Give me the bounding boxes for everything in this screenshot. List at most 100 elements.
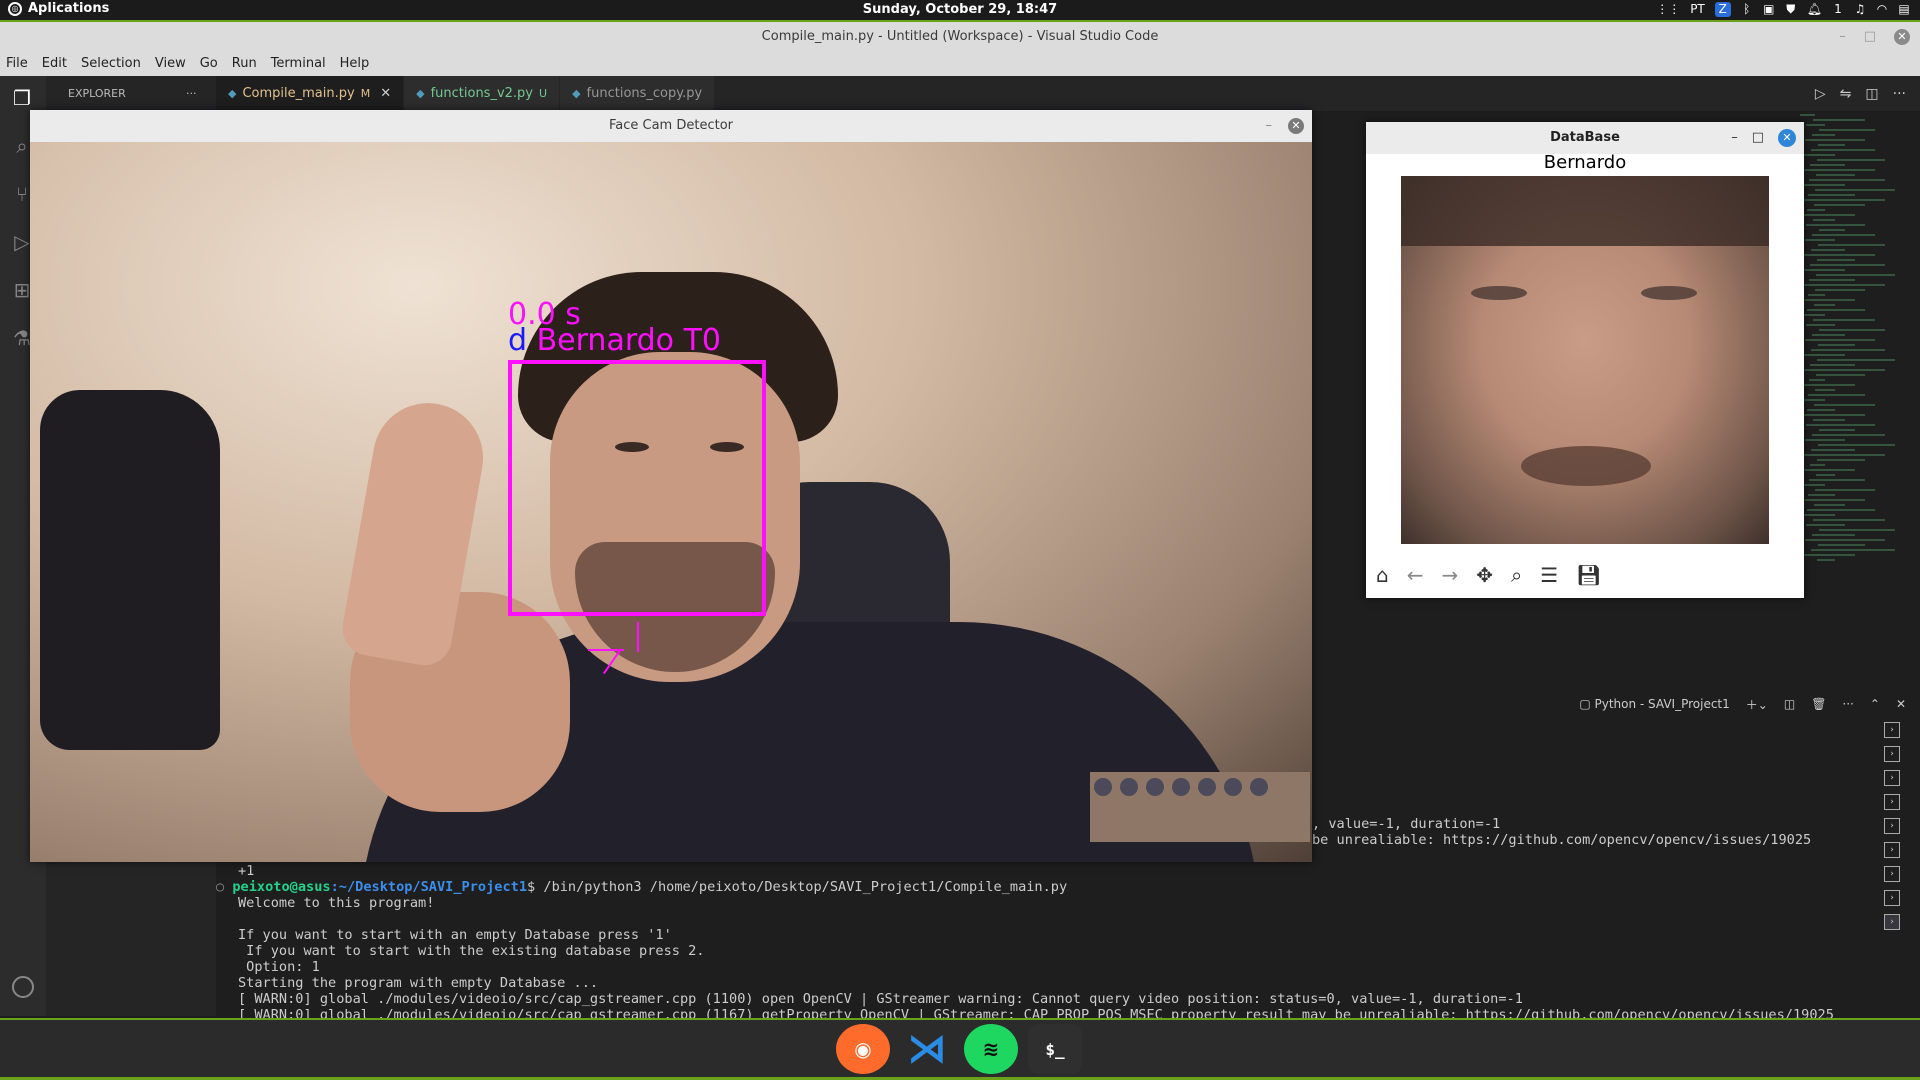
terminal-output-partial: , value=-1, duration=-1 be unrealiable: h… [1312,816,1872,848]
terminal-instance-icon[interactable]: › [1884,746,1900,762]
minimap-line [1814,204,1865,206]
menu-run[interactable]: Run [232,52,257,76]
tab-functions-copy[interactable]: ◆ functions_copy.py [560,76,716,111]
forward-icon[interactable]: → [1441,563,1458,587]
split-terminal-icon[interactable]: ◫ [1784,697,1795,711]
compare-icon[interactable]: ⇋ [1840,86,1852,102]
minimap-line [1801,499,1865,501]
terminal-instance-icon[interactable]: › [1884,842,1900,858]
terminal-instance-icon[interactable]: › [1884,794,1900,810]
modified-badge: M [360,87,371,100]
trash-icon[interactable]: 🗑︎ [1811,697,1826,711]
minimap-line [1810,264,1885,266]
terminal-instance-icon[interactable]: › [1884,770,1900,786]
terminal-instance-icon[interactable]: › [1884,866,1900,882]
clipboard-icon[interactable]: ▤ [1898,2,1910,17]
close-tab-icon[interactable]: ✕ [380,76,391,111]
minimap[interactable] [1800,111,1910,571]
close-icon[interactable]: ✕ [1894,29,1910,45]
menu-file[interactable]: File [6,52,28,76]
menu-selection[interactable]: Selection [81,52,141,76]
back-icon[interactable]: ← [1407,563,1424,587]
wifi-icon[interactable]: ◠ [1876,2,1888,17]
terminal-list: › › › › › › › › › [1884,722,1908,938]
system-tray: ⋮⋮ PT Z ᛒ ▣ ⛊ 🔔︎ 1 ♫ ◠ ▤ [1656,2,1910,17]
close-panel-icon[interactable]: ✕ [1896,697,1906,711]
spotify-icon[interactable]: ≋ [964,1024,1018,1074]
save-icon[interactable]: 💾︎ [1576,563,1601,587]
minimap-line [1811,549,1895,551]
face-bounding-box [508,360,766,616]
grid-icon[interactable]: ⋮⋮ [1656,2,1680,17]
account-icon[interactable] [12,976,34,998]
close-icon[interactable]: ✕ [1778,129,1796,147]
minimap-line [1800,514,1835,516]
menu-view[interactable]: View [155,52,186,76]
terminal-selector[interactable]: ▢ Python - SAVI_Project1 [1579,697,1729,711]
configure-icon[interactable]: ☰ [1540,563,1558,587]
editor-tabs: ◆ Compile_main.py M ✕ ◆ functions_v2.py … [216,76,1920,111]
notification-icon[interactable]: ▣ [1763,2,1775,17]
minimap-line [1814,504,1845,506]
minimize-icon[interactable]: – [1839,22,1846,52]
keyboard-layout[interactable]: PT [1690,2,1705,17]
terminal-instance-icon[interactable]: › [1884,818,1900,834]
face-cam-title-bar[interactable]: Face Cam Detector – ✕ [30,110,1312,142]
terminal-instance-icon[interactable]: › [1884,914,1900,930]
tab-compile-main[interactable]: ◆ Compile_main.py M ✕ [216,76,405,111]
music-icon[interactable]: ♫ [1854,2,1866,17]
new-terminal-icon[interactable]: ＋⌄ [1746,696,1768,713]
menu-edit[interactable]: Edit [42,52,67,76]
vscode-icon[interactable]: ⋊ [900,1024,954,1074]
firefox-icon[interactable]: ◉ [836,1024,890,1074]
clock[interactable]: Sunday, October 29, 18:47 [0,2,1920,17]
minimap-line [1816,474,1835,476]
terminal-line: be unrealiable: https://github.com/openc… [1312,832,1812,848]
maximize-icon[interactable]: □ [1752,122,1764,154]
minimap-line [1814,404,1875,406]
minimap-line [1806,524,1845,526]
minimize-icon[interactable]: – [1731,122,1738,154]
minimap-line [1804,454,1885,456]
minimap-line [1800,114,1815,116]
terminal-output[interactable]: +1 ○ peixoto@asus:~/Desktop/SAVI_Project… [216,863,1876,1019]
menu-terminal[interactable]: Terminal [271,52,326,76]
minimap-line [1801,399,1825,401]
maximize-icon[interactable]: □ [1864,22,1876,52]
run-icon[interactable]: ▷ [1815,86,1826,102]
close-icon[interactable]: ✕ [1288,118,1304,134]
pan-icon[interactable]: ✥ [1476,563,1493,587]
split-editor-icon[interactable]: ◫ [1865,86,1878,102]
database-title-bar[interactable]: DataBase – □ ✕ [1366,122,1804,154]
bell-icon[interactable]: 🔔︎ [1807,2,1822,17]
notification-count: 1 [1834,2,1842,16]
more-icon[interactable]: ··· [1842,697,1853,711]
terminal-icon[interactable]: $_ [1028,1024,1082,1074]
dock: ◉ ⋊ ≋ $_ [0,1018,1920,1080]
minimap-line [1801,299,1855,301]
database-face-image [1401,176,1769,544]
minimap-line [1813,219,1835,221]
more-icon[interactable]: ··· [1893,86,1906,102]
menu-help[interactable]: Help [340,52,370,76]
files-icon[interactable]: ❐ [10,86,34,110]
detection-label: d Bernardo T0 [508,326,721,356]
tab-label: functions_v2.py [430,86,533,101]
terminal-instance-icon[interactable]: › [1884,722,1900,738]
camera-feed: 0.0 s d Bernardo T0 [30,142,1312,862]
shield-icon[interactable]: ⛊ [1785,2,1797,17]
maximize-panel-icon[interactable]: ⌃ [1870,697,1880,711]
home-icon[interactable]: ⌂ [1376,563,1389,587]
minimap-line [1817,359,1895,361]
bluetooth-icon[interactable]: ᛒ [1741,2,1753,17]
minimap-line [1805,439,1845,441]
more-actions-icon[interactable]: ··· [186,76,197,111]
minimize-icon[interactable]: – [1266,110,1273,142]
tab-functions-v2[interactable]: ◆ functions_v2.py U [404,76,561,111]
zoom-icon[interactable]: ⌕ [1511,563,1522,587]
minimap-line [1819,529,1895,531]
menu-go[interactable]: Go [200,52,218,76]
zoom-app-icon[interactable]: Z [1714,2,1731,17]
terminal-instance-icon[interactable]: › [1884,890,1900,906]
